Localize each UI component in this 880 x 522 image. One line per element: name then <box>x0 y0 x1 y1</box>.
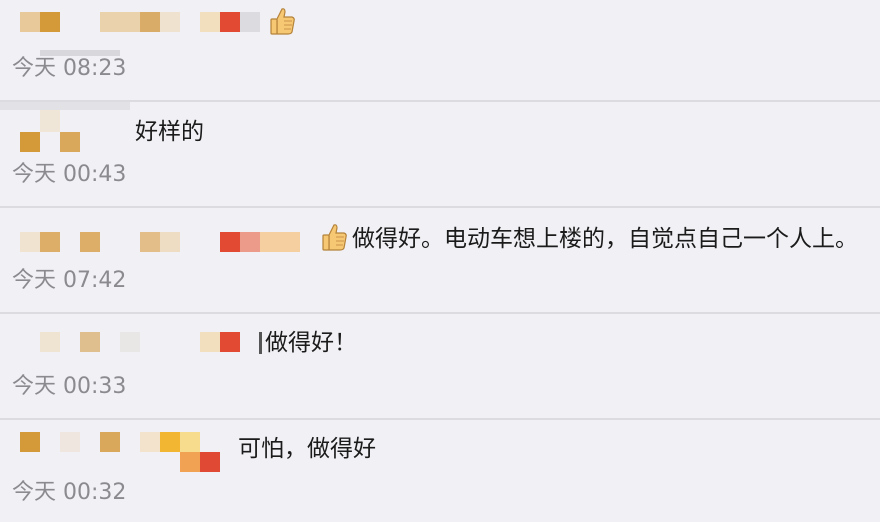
redacted-username <box>80 332 100 352</box>
redacted-username <box>60 132 80 152</box>
comment-timestamp: 今天 00:43 <box>12 162 127 187</box>
redacted-username <box>240 232 260 252</box>
comment-timestamp: 今天 00:32 <box>12 480 127 505</box>
comment-item[interactable]: 好样的 今天 00:43 <box>0 102 880 207</box>
thumbs-up-icon <box>270 8 295 35</box>
redacted-username <box>20 132 40 152</box>
redacted-username <box>20 12 40 32</box>
redacted-username <box>140 12 160 32</box>
thumbs-up-icon <box>322 224 347 251</box>
redacted-username <box>140 232 160 252</box>
redacted-username <box>20 232 40 252</box>
redacted-username <box>160 12 180 32</box>
comment-text: 做得好！ <box>265 330 357 356</box>
redacted-username <box>220 12 240 32</box>
redacted-username <box>200 332 220 352</box>
comment-text: 好样的 <box>135 119 204 145</box>
redacted-username <box>40 332 60 352</box>
redacted-username <box>160 432 180 452</box>
redacted-username <box>160 232 180 252</box>
redacted-username <box>200 452 220 472</box>
redacted-username <box>260 232 300 252</box>
redacted-username <box>40 110 60 132</box>
text-caret <box>259 332 262 354</box>
redacted-avatar <box>0 102 130 110</box>
comment-item[interactable]: 做得好！ 今天 00:33 <box>0 314 880 419</box>
comment-text: 做得好。电动车想上楼的，自觉点自己一个人上。 <box>352 226 858 252</box>
comment-item[interactable]: 可怕，做得好 今天 00:32 <box>0 420 880 522</box>
comment-item[interactable]: 今天 08:23 <box>0 0 880 105</box>
redacted-username <box>120 332 140 352</box>
redacted-username <box>100 432 120 452</box>
redacted-username <box>40 12 60 32</box>
redacted-username <box>220 232 240 252</box>
comment-text: 可怕，做得好 <box>238 436 376 462</box>
redacted-username <box>220 332 240 352</box>
redacted-username <box>240 12 260 32</box>
redacted-username <box>40 232 60 252</box>
comment-timestamp: 今天 07:42 <box>12 268 127 293</box>
redacted-username <box>20 432 40 452</box>
comment-timestamp: 今天 08:23 <box>12 56 127 81</box>
redacted-username <box>180 452 200 472</box>
redacted-username <box>100 12 140 32</box>
redacted-username <box>140 432 160 452</box>
comment-timestamp: 今天 00:33 <box>12 374 127 399</box>
comment-feed: 今天 08:23 好样的 今天 00:43 做得好。电动车想上楼的，自觉点自己一… <box>0 0 880 522</box>
redacted-username <box>180 432 200 452</box>
redacted-username <box>80 232 100 252</box>
redacted-username <box>200 12 220 32</box>
comment-item[interactable]: 做得好。电动车想上楼的，自觉点自己一个人上。 今天 07:42 <box>0 208 880 313</box>
redacted-username <box>60 432 80 452</box>
